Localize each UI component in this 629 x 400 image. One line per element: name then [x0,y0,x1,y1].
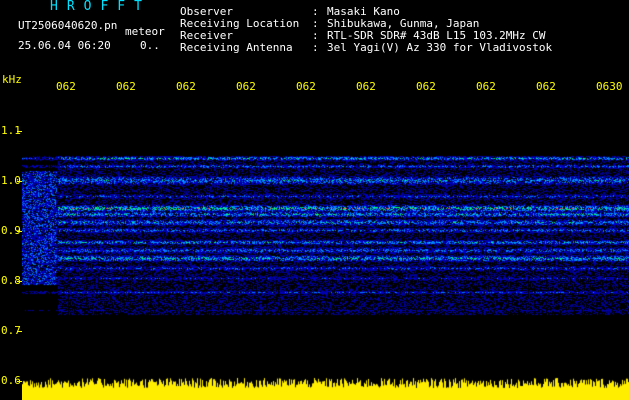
location-value: Shibukawa, Gunma, Japan [327,17,480,30]
receiver-value: RTL-SDR SDR# 43dB L15 103.2MHz CW [327,29,546,42]
file-name: UT2506040620.pn [18,19,118,32]
time-tick-label: 062 [416,80,436,93]
date-time: 25.06.04 06:20 [18,39,111,52]
hrofft-title: HROFFT [50,0,151,14]
observer-value: Masaki Kano [327,5,400,18]
time-tick-label: 062 [356,80,376,93]
receiver-label: Receiver [180,29,233,42]
time-tick-label: 062 [236,80,256,93]
time-tick-label: 062 [176,80,196,93]
count-label: 0.. [140,39,160,52]
time-tick-label: 062 [536,80,556,93]
time-tick-label: 062 [116,80,136,93]
separator: : [312,17,319,30]
mode-label: meteor [125,25,165,38]
location-label: Receiving Location [180,17,300,30]
antenna-label: Receiving Antenna [180,41,293,54]
spectrogram-display [22,100,629,400]
separator: : [312,41,319,54]
separator: : [312,5,319,18]
observer-label: Observer [180,5,233,18]
time-tick-label: 062 [296,80,316,93]
separator: : [312,29,319,42]
time-tick-label: 062 [476,80,496,93]
time-tick-label: 062 [56,80,76,93]
time-tick-label: 0630 [596,80,623,93]
antenna-value: 3el Yagi(V) Az 330 for Vladivostok [327,41,553,54]
frequency-unit: kHz [2,73,22,86]
